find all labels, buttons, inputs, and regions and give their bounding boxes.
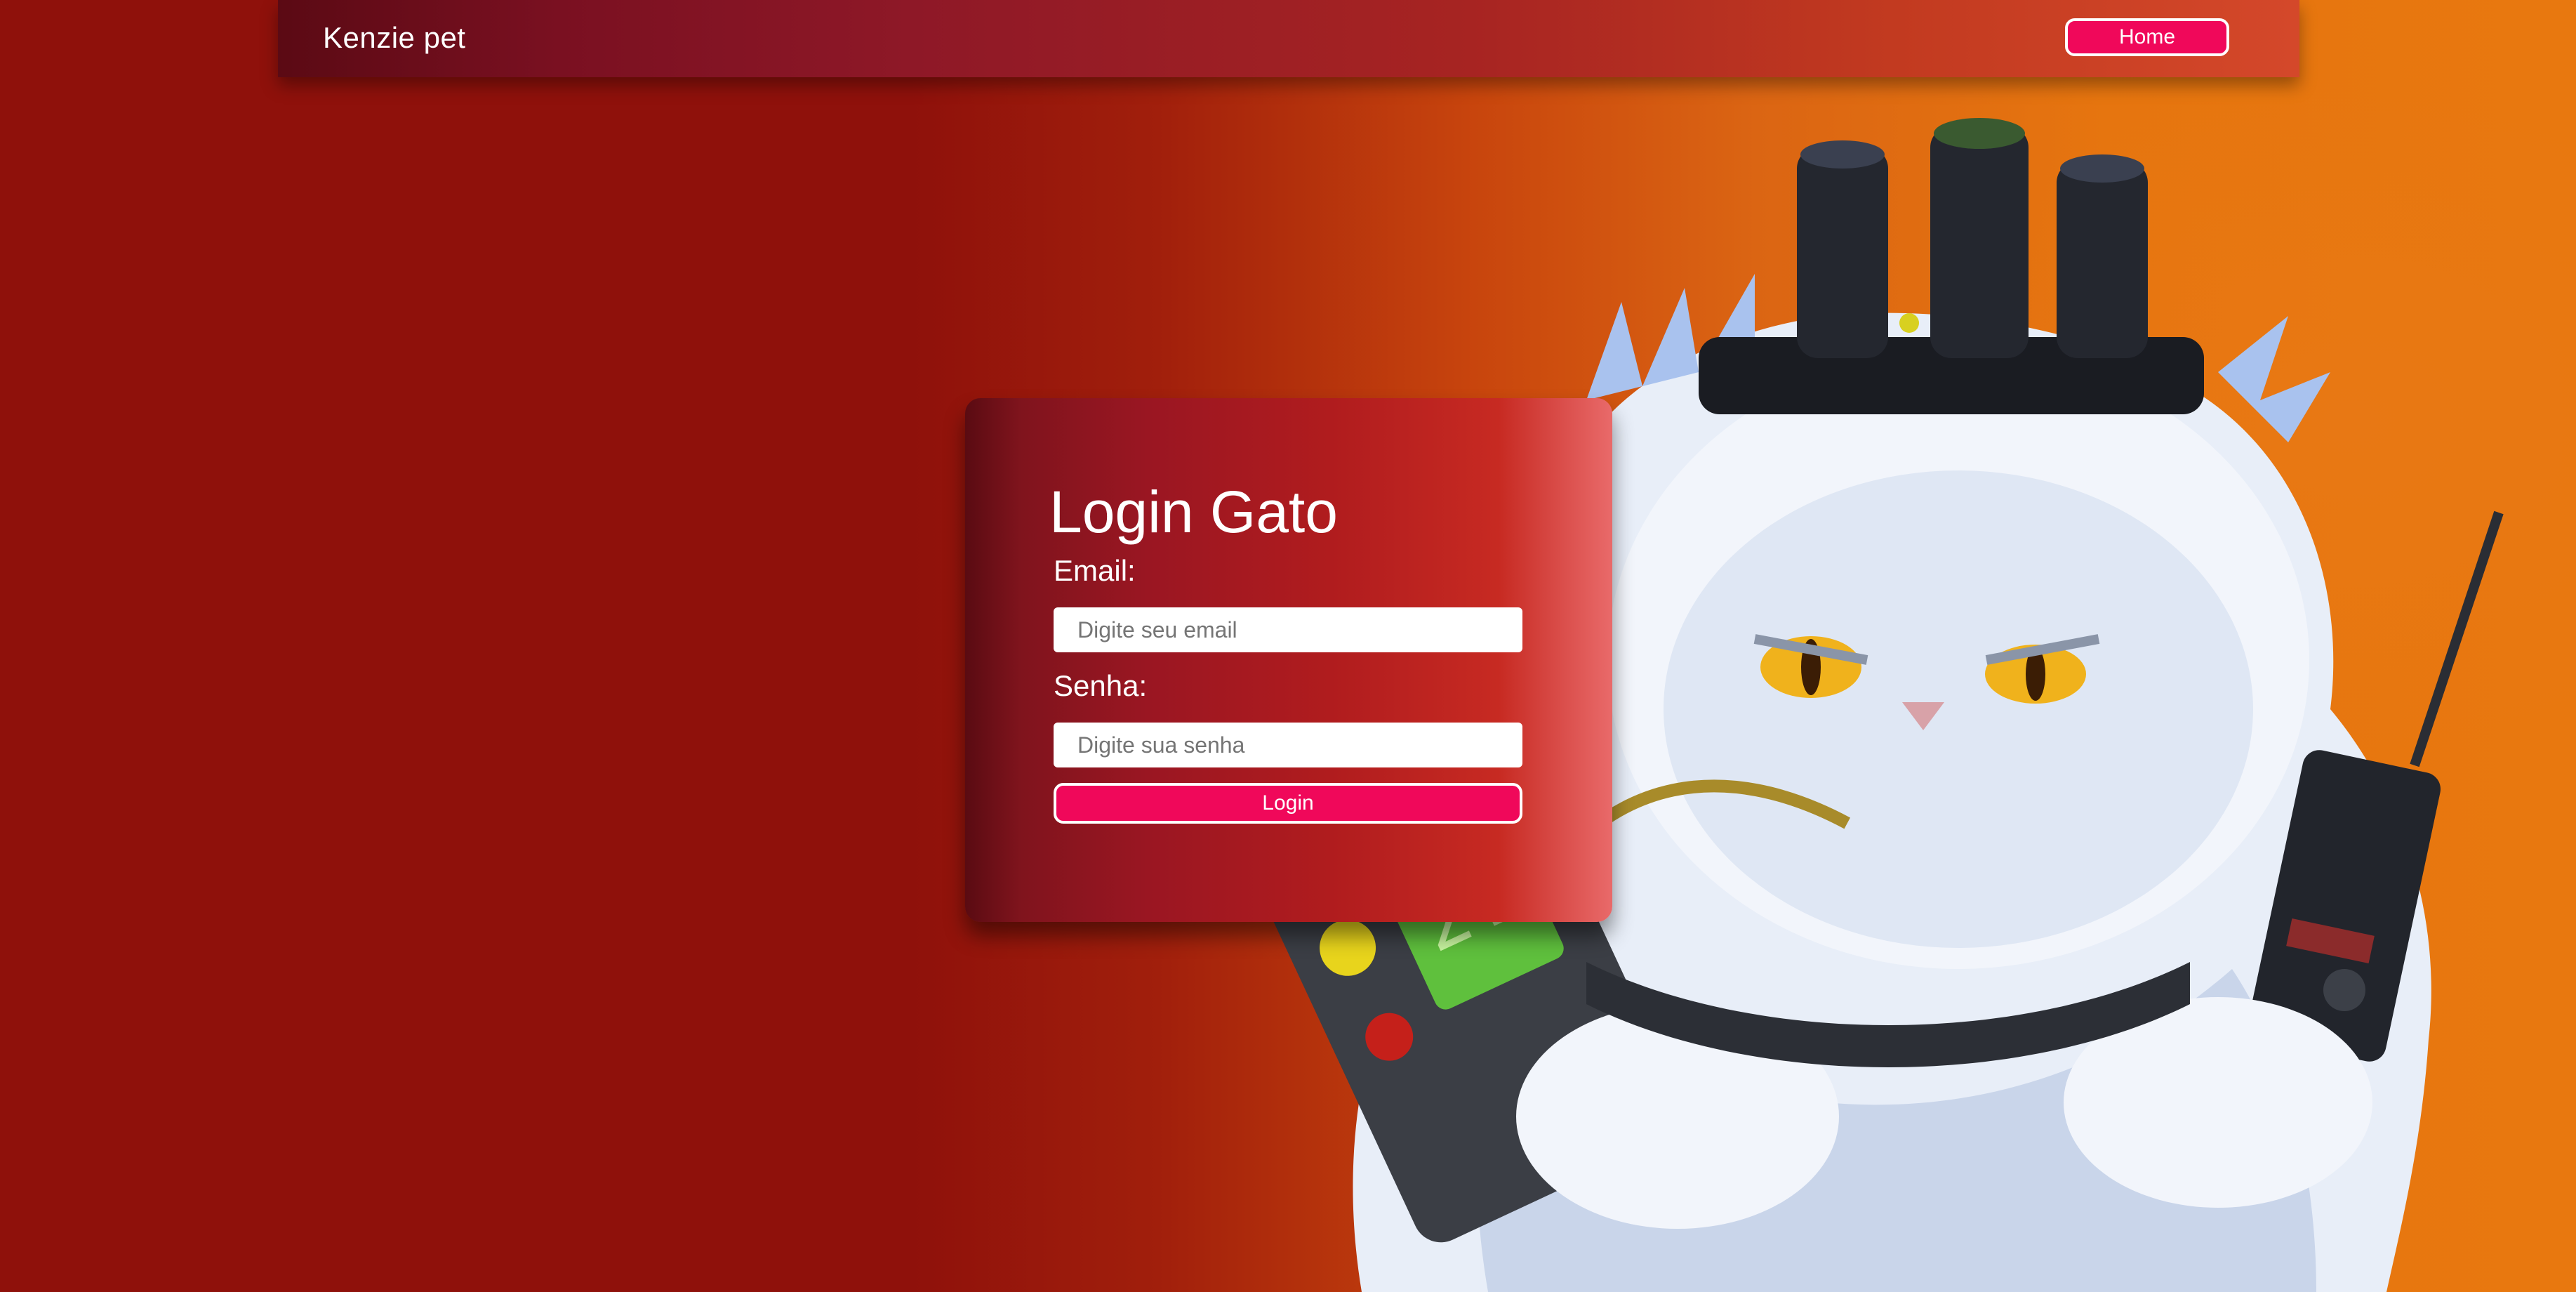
email-label: Email: — [1054, 554, 1136, 587]
home-button[interactable]: Home — [2065, 18, 2229, 56]
login-card: Login Gato Email: Senha: Login — [965, 398, 1612, 922]
login-page: 2.4 Kenzie pet Home Login Gato Email: Se… — [0, 0, 2576, 1292]
password-label: Senha: — [1054, 669, 1148, 702]
login-submit-button[interactable]: Login — [1054, 783, 1522, 824]
brand-logo-text: Kenzie pet — [323, 21, 466, 54]
login-title: Login Gato — [1049, 479, 1338, 545]
top-navbar: Kenzie pet Home — [278, 0, 2299, 77]
night-vision-goggles — [1699, 118, 2204, 414]
password-field[interactable] — [1054, 723, 1522, 767]
email-field[interactable] — [1054, 607, 1522, 652]
